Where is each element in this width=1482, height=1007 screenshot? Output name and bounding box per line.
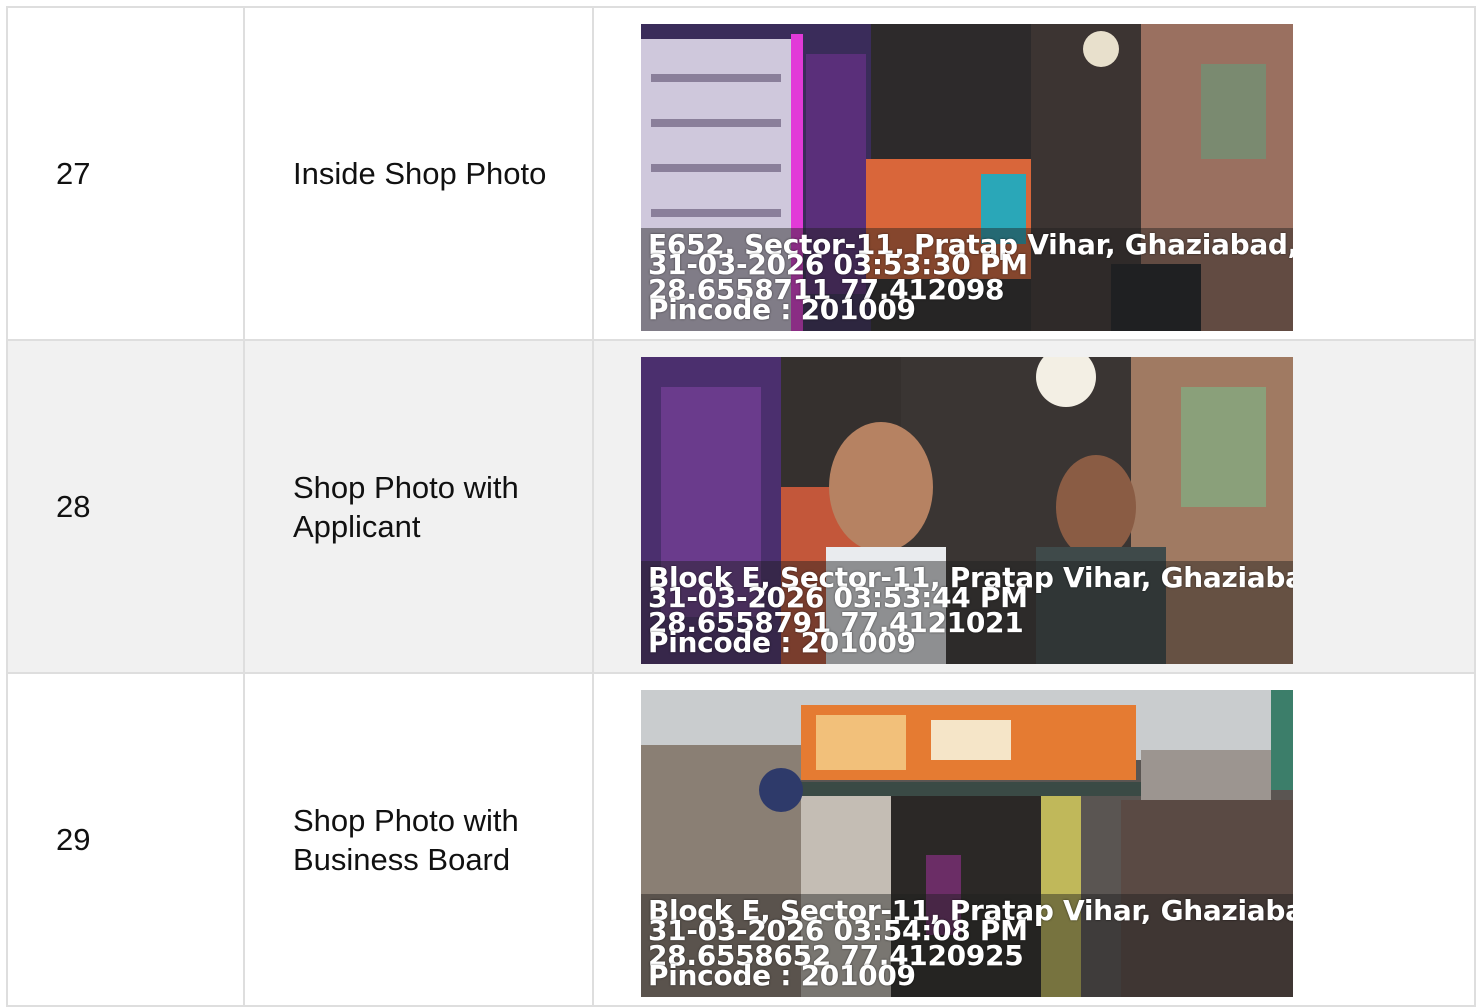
row-label: Inside Shop Photo (243, 6, 594, 341)
row-label: Shop Photo with Business Board (243, 672, 594, 1007)
inside-shop-photo[interactable]: E652, Sector-11, Pratap Vihar, Ghaziabad… (641, 24, 1293, 331)
photo-overlay: E652, Sector-11, Pratap Vihar, Ghaziabad… (641, 228, 1293, 331)
photo-pincode: Pincode : 201009 (648, 959, 916, 992)
photo-table: 27 Inside Shop Photo E652, Sector-11, Pr… (6, 6, 1476, 1007)
table-row: 28 Shop Photo with Applicant Block E, Se… (6, 339, 1476, 674)
photo-pincode: Pincode : 201009 (648, 293, 916, 326)
photo-overlay: Block E, Sector-11, Pratap Vihar, Ghazia… (641, 561, 1293, 664)
photo-cell: Block E, Sector-11, Pratap Vihar, Ghazia… (592, 339, 1476, 674)
row-label: Shop Photo with Applicant (243, 339, 594, 674)
photo-overlay: Block E, Sector-11, Pratap Vihar, Ghazia… (641, 894, 1293, 997)
row-number: 29 (6, 672, 245, 1007)
table-row: 29 Shop Photo with Business Board Block … (6, 672, 1476, 1007)
row-number: 27 (6, 6, 245, 341)
photo-cell: Block E, Sector-11, Pratap Vihar, Ghazia… (592, 672, 1476, 1007)
shop-photo-with-applicant[interactable]: Block E, Sector-11, Pratap Vihar, Ghazia… (641, 357, 1293, 664)
photo-pincode: Pincode : 201009 (648, 626, 916, 659)
photo-cell: E652, Sector-11, Pratap Vihar, Ghaziabad… (592, 6, 1476, 341)
table-row: 27 Inside Shop Photo E652, Sector-11, Pr… (6, 6, 1476, 341)
row-number: 28 (6, 339, 245, 674)
shop-photo-with-business-board[interactable]: Block E, Sector-11, Pratap Vihar, Ghazia… (641, 690, 1293, 997)
